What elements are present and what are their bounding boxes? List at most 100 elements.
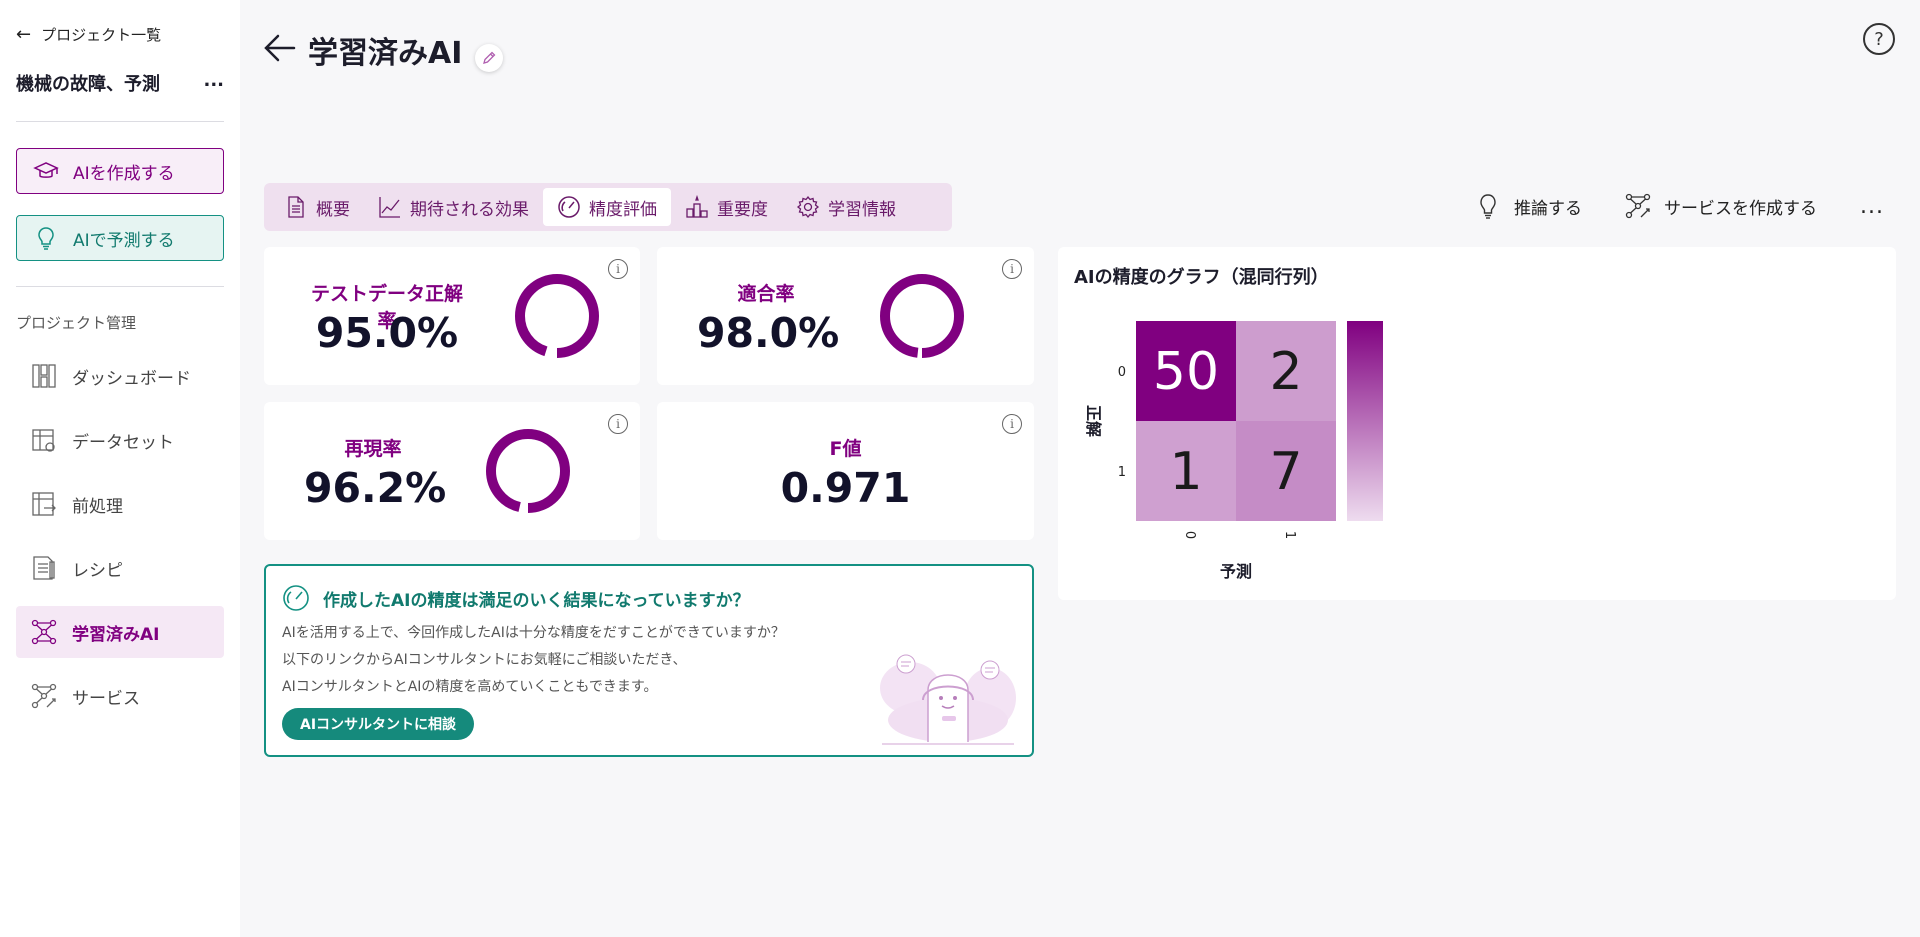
precision-donut bbox=[880, 274, 964, 358]
sidebar-item-dataset[interactable]: データセット bbox=[16, 414, 224, 466]
lightbulb-icon bbox=[1480, 194, 1496, 219]
section-label: プロジェクト管理 bbox=[16, 314, 137, 332]
sidebar-item-label: 前処理 bbox=[72, 496, 123, 517]
sidebar-item-trained-ai[interactable]: 学習済みAI bbox=[16, 606, 224, 658]
more-menu-button[interactable]: ... bbox=[1860, 186, 1884, 226]
f1-label: F値 bbox=[829, 438, 862, 460]
service-icon bbox=[1625, 193, 1651, 219]
graduation-cap-icon bbox=[33, 162, 59, 178]
accuracy-card: i テストデータ正解率 95.0% bbox=[264, 247, 640, 385]
trained-ai-icon bbox=[31, 619, 57, 645]
sidebar-item-recipe[interactable]: レシピ bbox=[16, 542, 224, 594]
consult-title: 作成したAIの精度は満足のいく結果になっていますか？ bbox=[323, 591, 750, 611]
page-title: 学習済みAI bbox=[308, 36, 463, 71]
consultant-illustration bbox=[880, 654, 1016, 745]
precision-card: i 適合率 98.0% bbox=[657, 247, 1034, 385]
donut-arc bbox=[880, 274, 964, 358]
consult-body: AIを活用する上で、今回作成したAIは十分な精度をだすことができていますか？ 以… bbox=[282, 620, 785, 701]
create-service-label: サービスを作成する bbox=[1664, 198, 1817, 219]
info-icon[interactable]: i bbox=[1002, 414, 1022, 434]
podium-icon bbox=[686, 195, 708, 218]
create-ai-button[interactable]: AIを作成する bbox=[16, 148, 224, 194]
back-arrow-icon[interactable] bbox=[262, 30, 298, 66]
gauge-icon bbox=[283, 585, 309, 611]
tab-training-info[interactable]: 学習情報 bbox=[782, 188, 910, 226]
recall-label: 再現率 bbox=[344, 438, 402, 460]
recall-donut bbox=[486, 429, 570, 513]
x-axis-label: 予測 bbox=[1220, 562, 1252, 581]
cell-value-label: 7 bbox=[1269, 442, 1302, 502]
infer-button[interactable]: 推論する bbox=[1474, 186, 1582, 226]
tab-label: 重要度 bbox=[717, 199, 768, 220]
more-icon: ... bbox=[1860, 193, 1884, 219]
tab-accuracy[interactable]: 精度評価 bbox=[543, 188, 671, 226]
sidebar-item-preprocess[interactable]: 前処理 bbox=[16, 478, 224, 530]
preprocess-icon bbox=[32, 492, 56, 516]
consult-panel: 作成したAIの精度は満足のいく結果になっていますか？ AIを活用する上で、今回作… bbox=[264, 564, 1034, 757]
recipe-icon bbox=[33, 556, 55, 580]
service-icon bbox=[31, 683, 57, 709]
help-button[interactable]: ? bbox=[1863, 23, 1895, 55]
precision-value: 98.0% bbox=[697, 309, 840, 357]
project-name-text: 機械の故障、予測 bbox=[16, 74, 160, 95]
f1-card: i F値 0.971 bbox=[657, 402, 1034, 540]
donut-arc bbox=[486, 429, 570, 513]
sidebar-nav: ダッシュボード データセット 前処理 レシピ 学習済みAI サービス bbox=[16, 350, 224, 734]
cell-value-label: 2 bbox=[1269, 342, 1302, 402]
consult-ai-button[interactable]: AIコンサルタントに相談 bbox=[282, 708, 475, 740]
consult-line: 以下のリンクからAIコンサルタントにお気軽にご相談いただき、 bbox=[282, 652, 687, 668]
f1-value: 0.971 bbox=[780, 464, 911, 512]
edit-title-button[interactable] bbox=[475, 44, 503, 72]
info-icon[interactable]: i bbox=[1002, 259, 1022, 279]
precision-label: 適合率 bbox=[737, 283, 795, 305]
dataset-icon bbox=[32, 429, 55, 452]
back-to-projects-link[interactable]: ← プロジェクト一覧 bbox=[16, 24, 161, 45]
confusion-matrix-chart: 50 2 1 7 0 1 0 1 予測 正解 bbox=[1084, 321, 1383, 581]
sidebar: ← プロジェクト一覧 機械の故障、予測 ... AIを作成する AIで予測する … bbox=[0, 0, 240, 937]
tab-importance[interactable]: 重要度 bbox=[671, 188, 782, 226]
accuracy-value: 95.0% bbox=[315, 309, 459, 357]
tab-label: 概要 bbox=[316, 199, 350, 220]
tab-bar: 概要 期待される効果 精度評価 重要度 学習情報 bbox=[264, 183, 952, 231]
tab-label: 期待される効果 bbox=[410, 199, 529, 220]
consult-line: AIコンサルタントとAIの精度を高めていくこともできます。 bbox=[282, 679, 658, 695]
sidebar-item-label: 学習済みAI bbox=[72, 624, 160, 645]
lightbulb-icon bbox=[38, 227, 54, 250]
divider bbox=[16, 286, 224, 287]
project-more-icon[interactable]: ... bbox=[203, 70, 224, 96]
sidebar-item-label: データセット bbox=[72, 432, 174, 453]
sidebar-item-label: サービス bbox=[72, 688, 140, 709]
sidebar-item-service[interactable]: サービス bbox=[16, 670, 224, 722]
accuracy-donut bbox=[515, 274, 599, 358]
cell-value-label: 50 bbox=[1153, 342, 1219, 402]
y-axis-label: 正解 bbox=[1084, 405, 1103, 437]
predict-ai-button[interactable]: AIで予測する bbox=[16, 215, 224, 261]
x-tick-label: 1 bbox=[1282, 531, 1297, 539]
gear-icon bbox=[796, 195, 820, 219]
tab-overview[interactable]: 概要 bbox=[270, 188, 364, 226]
pencil-icon bbox=[483, 51, 496, 64]
sidebar-item-label: ダッシュボード bbox=[72, 368, 191, 389]
info-icon[interactable]: i bbox=[608, 414, 628, 434]
trend-icon bbox=[379, 197, 400, 218]
back-label: プロジェクト一覧 bbox=[41, 26, 162, 44]
divider bbox=[16, 121, 224, 122]
recall-card: i 再現率 96.2% bbox=[264, 402, 640, 540]
colorbar bbox=[1347, 321, 1383, 521]
create-service-button[interactable]: サービスを作成する bbox=[1624, 186, 1817, 226]
tab-label: 精度評価 bbox=[589, 199, 657, 220]
document-icon bbox=[288, 196, 304, 218]
consult-line: AIを活用する上で、今回作成したAIは十分な精度をだすことができていますか？ bbox=[282, 625, 785, 641]
gauge-icon bbox=[558, 196, 580, 218]
arrow-left-icon: ← bbox=[16, 23, 32, 45]
x-tick-label: 0 bbox=[1182, 531, 1197, 539]
project-name[interactable]: 機械の故障、予測 ... bbox=[16, 70, 224, 96]
info-icon[interactable]: i bbox=[608, 259, 628, 279]
tab-expected-effect[interactable]: 期待される効果 bbox=[364, 188, 543, 226]
help-icon: ? bbox=[1874, 28, 1884, 50]
sidebar-item-dashboard[interactable]: ダッシュボード bbox=[16, 350, 224, 402]
y-tick-label: 1 bbox=[1118, 465, 1126, 480]
cell-value-label: 1 bbox=[1169, 442, 1202, 502]
confusion-matrix-card: AIの精度のグラフ（混同行列） 50 2 1 7 0 1 0 1 予測 正解 bbox=[1058, 247, 1896, 600]
tab-label: 学習情報 bbox=[828, 199, 896, 220]
